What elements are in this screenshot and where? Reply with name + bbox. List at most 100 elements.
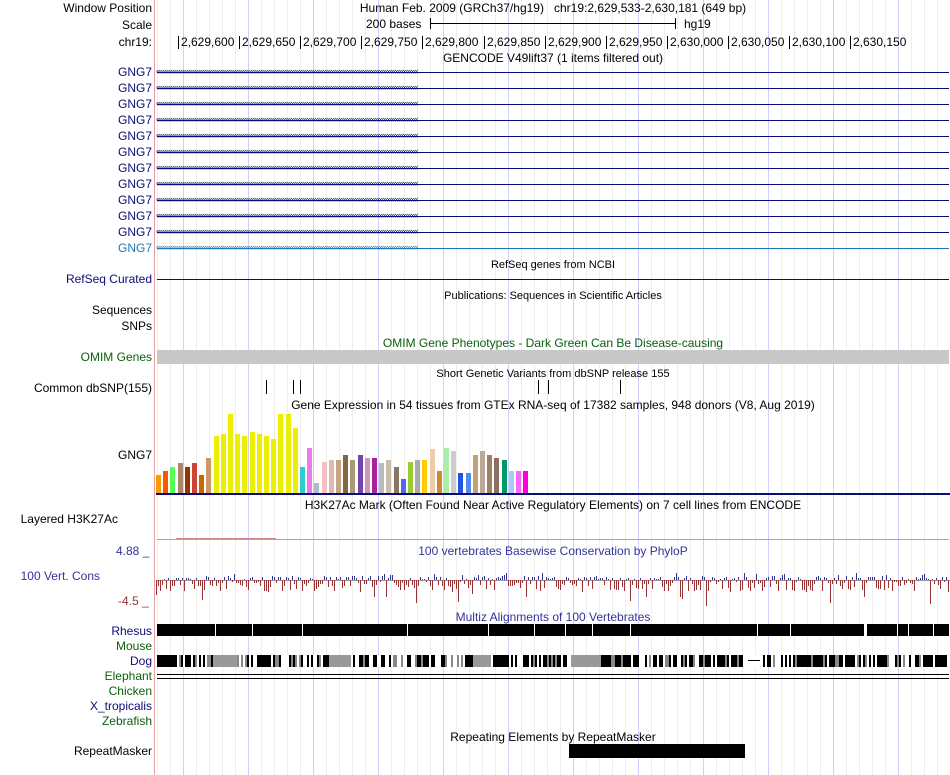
gtex-tissue-bar[interactable] bbox=[300, 467, 305, 493]
gtex-tissue-bar[interactable] bbox=[206, 458, 212, 493]
gtex-tissue-bar[interactable] bbox=[192, 463, 197, 493]
gtex-tissue-bar[interactable] bbox=[242, 436, 248, 493]
phylop-neg bbox=[518, 580, 519, 583]
gtex-tissue-bar[interactable] bbox=[372, 458, 377, 493]
gtex-tissue-bar[interactable] bbox=[278, 414, 284, 493]
gtex-tissue-bar[interactable] bbox=[343, 455, 349, 493]
gtex-tissue-bar[interactable] bbox=[292, 428, 298, 493]
gencode-item-label[interactable]: GNG7 bbox=[118, 193, 152, 207]
gtex-tissue-bar[interactable] bbox=[523, 471, 529, 493]
dog-alignment[interactable] bbox=[157, 655, 949, 667]
gtex-tissue-bar[interactable] bbox=[264, 436, 269, 493]
gtex-tissue-bar[interactable] bbox=[314, 483, 320, 493]
gtex-tissue-bar[interactable] bbox=[487, 455, 493, 493]
publications-label[interactable]: Sequences bbox=[92, 303, 152, 317]
refseq-label[interactable]: RefSeq Curated bbox=[66, 272, 152, 286]
gtex-tissue-bar[interactable] bbox=[357, 455, 363, 493]
phylop-pos bbox=[686, 576, 687, 580]
gtex-tissue-bar[interactable] bbox=[458, 473, 464, 493]
gtex-tissue-bar[interactable] bbox=[364, 458, 370, 493]
phylop-pos bbox=[244, 579, 245, 580]
gtex-tissue-bar[interactable] bbox=[508, 471, 514, 493]
gencode-item-label[interactable]: GNG7 bbox=[118, 81, 152, 95]
gtex-tissue-bar[interactable] bbox=[220, 434, 226, 493]
gtex-tissue-bar[interactable] bbox=[444, 448, 449, 493]
gtex-tissue-bar[interactable] bbox=[501, 460, 507, 493]
gtex-tissue-bar[interactable] bbox=[321, 462, 327, 493]
gtex-tissue-bar[interactable] bbox=[400, 479, 406, 493]
snp-mark[interactable] bbox=[548, 380, 549, 394]
gtex-tissue-bar[interactable] bbox=[163, 471, 169, 493]
rhesus-alignment[interactable] bbox=[157, 624, 949, 636]
species-label[interactable]: X_tropicalis bbox=[90, 699, 152, 713]
gtex-tissue-bar[interactable] bbox=[451, 451, 457, 493]
gtex-tissue-bar[interactable] bbox=[249, 432, 255, 493]
gtex-tissue-bar[interactable] bbox=[436, 471, 442, 493]
gencode-item-label[interactable]: GNG7 bbox=[118, 129, 152, 143]
gtex-tissue-bar[interactable] bbox=[516, 471, 521, 493]
gtex-tissue-bar[interactable] bbox=[422, 460, 428, 493]
species-label[interactable]: Elephant bbox=[105, 669, 152, 683]
alignment-gap bbox=[407, 624, 408, 636]
gtex-tissue-bar[interactable] bbox=[379, 463, 385, 493]
conservation-label[interactable]: 100 Vert. Cons bbox=[21, 569, 100, 583]
snp-mark[interactable] bbox=[538, 380, 539, 394]
gtex-tissue-bar[interactable] bbox=[256, 434, 262, 493]
dbsnp-label[interactable]: Common dbSNP(155) bbox=[34, 381, 152, 395]
phylop-neg bbox=[574, 580, 575, 584]
gtex-tissue-bar[interactable] bbox=[350, 460, 356, 493]
species-label[interactable]: Chicken bbox=[109, 684, 152, 698]
h3k27ac-label[interactable]: Layered H3K27Ac bbox=[21, 512, 118, 526]
gtex-tissue-bar[interactable] bbox=[480, 451, 485, 493]
gtex-tissue-bar[interactable] bbox=[228, 414, 233, 493]
gencode-item-label[interactable]: GNG7 bbox=[118, 97, 152, 111]
gtex-tissue-bar[interactable] bbox=[429, 449, 435, 493]
gtex-tissue-bar[interactable] bbox=[156, 475, 161, 493]
species-label[interactable]: Zebrafish bbox=[102, 714, 152, 728]
gencode-item-label[interactable]: GNG7 bbox=[118, 241, 152, 255]
gtex-gene-label[interactable]: GNG7 bbox=[118, 448, 152, 462]
omim-label[interactable]: OMIM Genes bbox=[81, 350, 152, 364]
gencode-item-label[interactable]: GNG7 bbox=[118, 65, 152, 79]
gencode-item-label[interactable]: GNG7 bbox=[118, 113, 152, 127]
gtex-tissue-bar[interactable] bbox=[285, 414, 291, 493]
omim-bar[interactable] bbox=[157, 350, 949, 364]
gtex-tissue-bar[interactable] bbox=[199, 475, 205, 493]
gtex-tissue-bar[interactable] bbox=[235, 434, 241, 493]
gtex-tissue-bar[interactable] bbox=[386, 460, 392, 493]
gtex-tissue-bar[interactable] bbox=[408, 462, 413, 493]
phylop-pos bbox=[772, 576, 773, 580]
gtex-tissue-bar[interactable] bbox=[184, 467, 190, 493]
gencode-item-label[interactable]: GNG7 bbox=[118, 161, 152, 175]
gencode-item-label[interactable]: GNG7 bbox=[118, 209, 152, 223]
gtex-tissue-bar[interactable] bbox=[415, 460, 421, 493]
snps-label[interactable]: SNPs bbox=[121, 319, 152, 333]
gtex-tissue-bar[interactable] bbox=[328, 460, 334, 493]
species-label[interactable]: Mouse bbox=[116, 639, 152, 653]
snp-mark[interactable] bbox=[300, 380, 301, 394]
species-label[interactable]: Rhesus bbox=[111, 624, 152, 638]
snp-mark[interactable] bbox=[266, 380, 267, 394]
phylop-neg bbox=[394, 580, 395, 583]
gtex-tissue-bar[interactable] bbox=[472, 455, 478, 493]
gtex-tissue-bar[interactable] bbox=[307, 448, 313, 493]
species-label[interactable]: Dog bbox=[130, 654, 152, 668]
repeatmasker-label[interactable]: RepeatMasker bbox=[74, 744, 152, 758]
gtex-tissue-bar[interactable] bbox=[465, 473, 471, 493]
phylop-neg bbox=[810, 580, 811, 590]
phylop-neg bbox=[248, 580, 249, 590]
gencode-item-label[interactable]: GNG7 bbox=[118, 225, 152, 239]
gtex-tissue-bar[interactable] bbox=[393, 467, 399, 493]
gencode-item-label[interactable]: GNG7 bbox=[118, 145, 152, 159]
gtex-tissue-bar[interactable] bbox=[271, 439, 277, 493]
gtex-tissue-bar[interactable] bbox=[213, 436, 219, 493]
ruler-tick-label: 2,629,600 bbox=[181, 35, 235, 49]
gtex-tissue-bar[interactable] bbox=[336, 460, 341, 493]
gencode-item-label[interactable]: GNG7 bbox=[118, 177, 152, 191]
gtex-tissue-bar[interactable] bbox=[494, 458, 500, 493]
snp-mark[interactable] bbox=[620, 380, 621, 394]
repeat-element[interactable] bbox=[569, 744, 745, 758]
gtex-tissue-bar[interactable] bbox=[177, 463, 183, 493]
snp-mark[interactable] bbox=[293, 380, 294, 394]
gtex-tissue-bar[interactable] bbox=[170, 467, 176, 493]
